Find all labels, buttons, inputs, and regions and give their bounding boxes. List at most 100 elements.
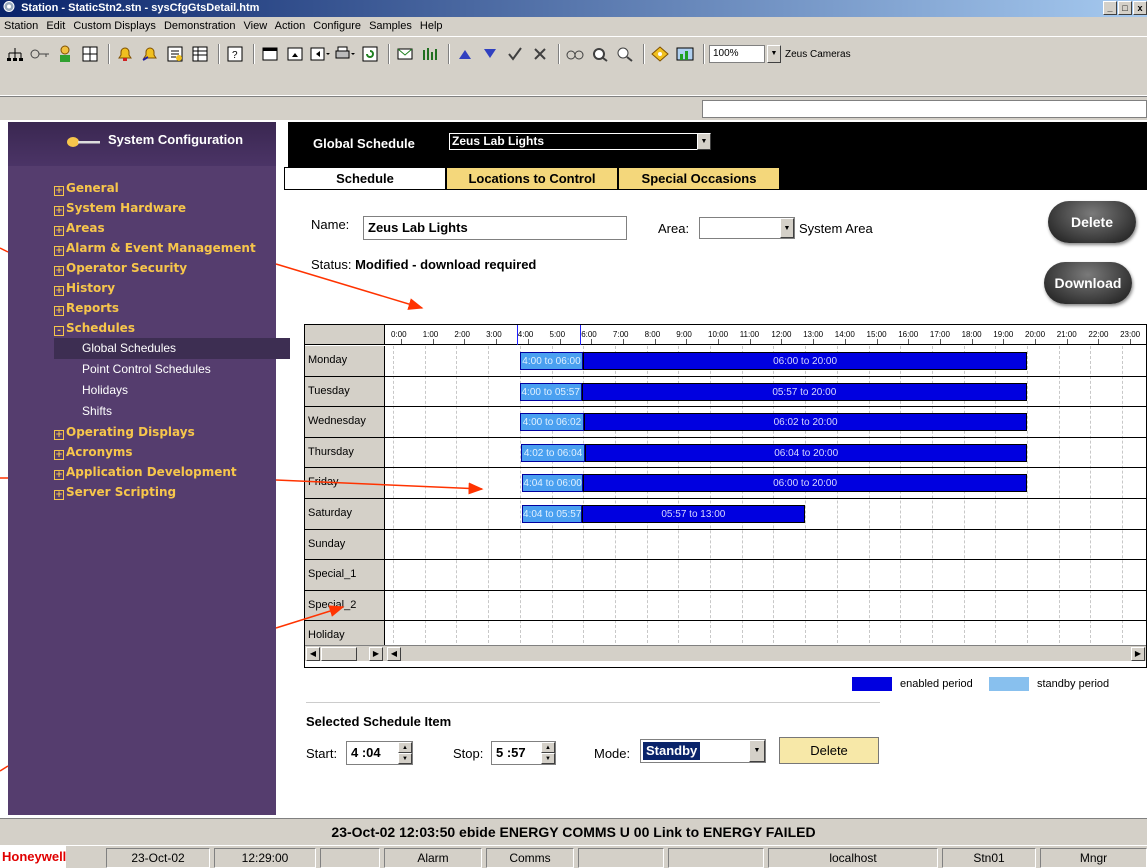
tab-special-occasions[interactable]: Special Occasions (618, 167, 780, 190)
binoculars-icon[interactable] (589, 43, 611, 65)
sidebar-item-reports[interactable]: + Reports (54, 298, 290, 318)
alarm-bell-icon[interactable] (114, 43, 136, 65)
sidebar-item-history[interactable]: + History (54, 278, 290, 298)
sidebar-subitem-point-control-schedules[interactable]: Point Control Schedules (54, 359, 290, 380)
chevron-down-icon[interactable]: ▼ (749, 740, 765, 762)
check-icon[interactable] (504, 43, 526, 65)
comms-indicator[interactable]: Comms (486, 848, 574, 868)
table-icon[interactable] (189, 43, 211, 65)
menu-demonstration[interactable]: Demonstration (164, 20, 236, 32)
collapse-icon[interactable]: - (54, 326, 64, 336)
grid-icon[interactable] (79, 43, 101, 65)
sidebar-item-acronyms[interactable]: + Acronyms (54, 442, 290, 462)
zoom-select[interactable]: 100% (709, 45, 765, 63)
help-icon[interactable]: ? (224, 43, 246, 65)
print-icon[interactable] (334, 43, 356, 65)
horizontal-scrollbar[interactable]: ◀ ▶ ◀ ▶ (305, 645, 1146, 661)
expand-icon[interactable]: + (54, 246, 64, 256)
scroll-right-icon[interactable]: ▶ (1131, 647, 1145, 661)
sidebar-item-schedules[interactable]: - Schedules (54, 318, 290, 338)
back-icon[interactable] (309, 43, 331, 65)
menu-action[interactable]: Action (275, 20, 306, 32)
sidebar-item-system-hardware[interactable]: + System Hardware (54, 198, 290, 218)
scroll-left-icon[interactable]: ◀ (387, 647, 401, 661)
stepper-arrows[interactable]: ▲ ▼ (398, 742, 412, 764)
standby-period[interactable]: 4:02 to 06:04 (520, 443, 586, 462)
expand-icon[interactable]: + (54, 306, 64, 316)
enabled-period[interactable]: 05:57 to 13:00 (581, 505, 806, 523)
name-field[interactable]: Zeus Lab Lights (363, 216, 627, 240)
alarm-ack-icon[interactable] (139, 43, 161, 65)
download-button[interactable]: Download (1044, 262, 1132, 304)
up-arrow-icon[interactable] (454, 43, 476, 65)
enabled-period[interactable]: 05:57 to 20:00 (581, 382, 1027, 401)
sidebar-subitem-shifts[interactable]: Shifts (54, 401, 290, 422)
sidebar-subitem-holidays[interactable]: Holidays (54, 380, 290, 401)
expand-icon[interactable]: + (54, 266, 64, 276)
stepper-up-icon[interactable]: ▲ (398, 742, 412, 753)
scroll-thumb[interactable] (321, 647, 357, 661)
standby-period[interactable]: 4:04 to 05:57 (522, 505, 582, 523)
refresh-icon[interactable] (359, 43, 381, 65)
trend-icon[interactable] (419, 43, 441, 65)
magnifier-icon[interactable] (614, 43, 636, 65)
sidebar-item-server-scripting[interactable]: + Server Scripting (54, 482, 290, 502)
glasses-icon[interactable] (564, 43, 586, 65)
enabled-period[interactable]: 06:02 to 20:00 (584, 413, 1027, 432)
enabled-period[interactable]: 06:00 to 20:00 (583, 352, 1027, 370)
expand-icon[interactable]: + (54, 286, 64, 296)
stepper-up-icon[interactable]: ▲ (541, 742, 555, 753)
command-field[interactable] (702, 100, 1147, 118)
chevron-down-icon[interactable]: ▼ (697, 133, 711, 150)
alarm-indicator[interactable]: Alarm (384, 848, 482, 868)
area-select[interactable]: ▼ (699, 217, 795, 239)
stop-time-stepper[interactable]: 5 :57 ▲ ▼ (491, 741, 556, 765)
down-arrow-icon[interactable] (479, 43, 501, 65)
standby-period[interactable]: 4:04 to 06:00 (522, 474, 584, 493)
sidebar-item-operating-displays[interactable]: + Operating Displays (54, 422, 290, 442)
enabled-period[interactable]: 06:00 to 20:00 (583, 474, 1027, 493)
menu-edit[interactable]: Edit (46, 20, 65, 32)
menu-station[interactable]: Station (4, 20, 38, 32)
global-schedule-select[interactable]: Zeus Lab Lights ▼ (449, 133, 711, 150)
menu-samples[interactable]: Samples (369, 20, 412, 32)
sidebar-item-areas[interactable]: + Areas (54, 218, 290, 238)
standby-period[interactable]: 4:00 to 06:02 (519, 413, 585, 432)
camera-select[interactable]: Zeus Cameras (785, 49, 851, 60)
menu-configure[interactable]: Configure (313, 20, 361, 32)
scroll-left-icon[interactable]: ◀ (306, 647, 320, 661)
stepper-arrows[interactable]: ▲ ▼ (541, 742, 555, 764)
menu-custom-displays[interactable]: Custom Displays (73, 20, 156, 32)
expand-icon[interactable]: + (54, 226, 64, 236)
mode-select[interactable]: Standby ▼ (640, 739, 766, 763)
operator-icon[interactable] (54, 43, 76, 65)
expand-icon[interactable]: + (54, 186, 64, 196)
chart-icon[interactable] (674, 43, 696, 65)
sidebar-item-application-development[interactable]: + Application Development (54, 462, 290, 482)
standby-period[interactable]: 4:00 to 05:57 (519, 382, 582, 401)
scroll-right-icon[interactable]: ▶ (369, 647, 383, 661)
tab-schedule[interactable]: Schedule (284, 167, 446, 190)
stepper-down-icon[interactable]: ▼ (541, 753, 555, 764)
delete-schedule-button[interactable]: Delete (1048, 201, 1136, 243)
message-icon[interactable] (394, 43, 416, 65)
expand-icon[interactable]: + (54, 470, 64, 480)
expand-icon[interactable]: + (54, 430, 64, 440)
report-icon[interactable] (164, 43, 186, 65)
key-icon[interactable] (29, 43, 51, 65)
sidebar-item-general[interactable]: + General (54, 178, 290, 198)
menu-view[interactable]: View (244, 20, 268, 32)
sidebar-item-operator-security[interactable]: + Operator Security (54, 258, 290, 278)
cross-icon[interactable] (529, 43, 551, 65)
standby-period[interactable]: 4:00 to 06:00 (519, 352, 584, 370)
network-icon[interactable] (4, 43, 26, 65)
display-icon[interactable] (259, 43, 281, 65)
sidebar-subitem-global-schedules[interactable]: Global Schedules (54, 338, 290, 359)
expand-icon[interactable]: + (54, 206, 64, 216)
delete-item-button[interactable]: Delete (779, 737, 879, 764)
expand-icon[interactable]: + (54, 490, 64, 500)
tab-locations-to-control[interactable]: Locations to Control (446, 167, 618, 190)
display-up-icon[interactable] (284, 43, 306, 65)
start-time-stepper[interactable]: 4 :04 ▲ ▼ (346, 741, 413, 765)
chevron-down-icon[interactable]: ▼ (767, 45, 781, 63)
